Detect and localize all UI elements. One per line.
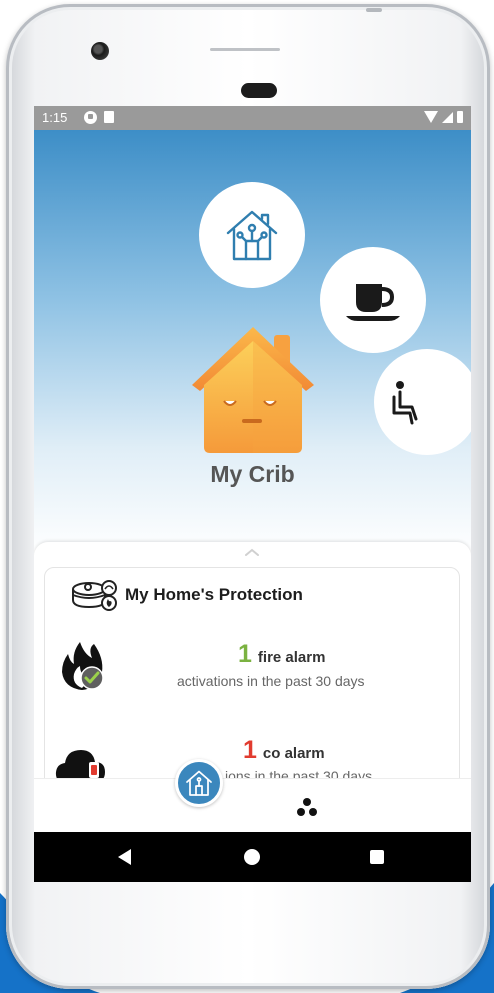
house-network-icon xyxy=(226,210,278,261)
protection-title: My Home's Protection xyxy=(125,585,303,604)
fire-alarm-count: 1 xyxy=(238,640,252,668)
home-title: My Crib xyxy=(210,461,295,487)
more-tab[interactable] xyxy=(296,797,318,817)
notification-icon xyxy=(84,111,97,124)
fire-alarm-description: activations in the past 30 days xyxy=(177,673,365,689)
seated-person-icon xyxy=(392,381,418,425)
wifi-icon xyxy=(424,111,438,123)
front-camera xyxy=(91,42,109,60)
co-alarm-count: 1 xyxy=(243,736,257,764)
house-network-icon xyxy=(186,770,212,796)
status-bar: 1:15 xyxy=(34,106,471,130)
hero-section: My Crib xyxy=(34,130,471,555)
bottom-navigation xyxy=(34,759,471,833)
earpiece-line xyxy=(210,48,280,51)
home-icon[interactable] xyxy=(244,849,260,865)
coffee-cup-icon xyxy=(346,284,400,321)
signal-icon xyxy=(442,111,453,123)
back-icon[interactable] xyxy=(118,849,131,865)
phone-top-button xyxy=(366,8,382,12)
bottom-sheet[interactable]: My Home's Protection 1 fire alarm activa… xyxy=(34,542,471,809)
status-indicators xyxy=(424,111,463,123)
system-navigation-bar xyxy=(34,832,471,882)
device-bubble-cup[interactable] xyxy=(320,247,426,353)
fire-alarm-label: fire alarm xyxy=(257,649,326,666)
earpiece-speaker xyxy=(241,83,277,98)
co-alarm-label: co alarm xyxy=(262,745,325,762)
app-screen: 1:15 My Crib My Home's Protection 1 fire… xyxy=(34,106,471,882)
status-time: 1:15 xyxy=(42,110,68,125)
chevron-up-icon[interactable] xyxy=(242,546,262,558)
device-bubble-seat[interactable] xyxy=(374,349,471,455)
recent-apps-icon[interactable] xyxy=(370,850,384,864)
sd-card-icon xyxy=(104,111,114,123)
co-alarm-summary: 1 co alarm xyxy=(243,736,325,765)
smoke-detector-icon xyxy=(72,580,117,611)
protection-card[interactable]: My Home's Protection 1 fire alarm activa… xyxy=(44,567,460,809)
battery-icon xyxy=(457,111,463,123)
home-tab[interactable] xyxy=(175,759,223,807)
fire-alarm-summary: 1 fire alarm xyxy=(238,640,325,669)
home-mascot-icon xyxy=(192,327,314,453)
fire-check-icon xyxy=(62,642,104,690)
device-bubble-home[interactable] xyxy=(199,182,305,288)
